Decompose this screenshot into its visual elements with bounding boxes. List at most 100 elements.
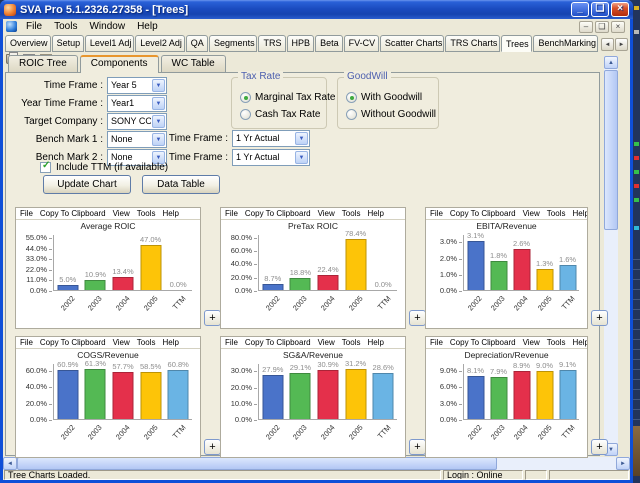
radio-cash-tax-rate[interactable]: Cash Tax Rate	[240, 109, 320, 120]
include-ttm-checkbox[interactable]: ✓ Include TTM (if available)	[40, 162, 168, 173]
dropdown-arrow-icon[interactable]: ▼	[295, 151, 308, 164]
chart-menu-file[interactable]: File	[20, 209, 33, 219]
close-button[interactable]: ×	[611, 2, 629, 17]
tab-segments[interactable]: Segments	[209, 35, 257, 52]
scroll-right-icon[interactable]: ►	[616, 457, 630, 470]
tab-benchmarking[interactable]: BenchMarking	[533, 35, 598, 52]
tab-setup[interactable]: Setup	[52, 35, 84, 52]
chart-menu-view[interactable]: View	[113, 338, 130, 348]
chart-menu-view[interactable]: View	[318, 209, 335, 219]
chart-menu-help[interactable]: Help	[162, 209, 178, 219]
chart-panel-ebita-revenue: FileCopy To ClipboardViewToolsHelpEBITA/…	[425, 207, 588, 329]
chart-menu-copy-to-clipboard[interactable]: Copy To Clipboard	[450, 209, 516, 219]
scroll-up-icon[interactable]: ▲	[604, 56, 618, 69]
horizontal-scroll-thumb[interactable]	[17, 457, 497, 470]
tab-qa[interactable]: QA	[186, 35, 208, 52]
menu-tools[interactable]: Tools	[48, 21, 83, 32]
chart-menu-file[interactable]: File	[430, 209, 443, 219]
expand-chart-button[interactable]: +	[204, 439, 221, 455]
expand-chart-button[interactable]: +	[591, 310, 608, 326]
chart-menu-view[interactable]: View	[523, 338, 540, 348]
minimize-button[interactable]: _	[571, 2, 589, 17]
x-axis-label: 2002	[463, 292, 486, 326]
chart-menu-help[interactable]: Help	[572, 209, 587, 219]
mdi-minimize-button[interactable]: –	[579, 21, 593, 33]
bar-2002	[262, 375, 283, 419]
chart-menu-view[interactable]: View	[318, 338, 335, 348]
chart-menu-view[interactable]: View	[523, 209, 540, 219]
chart-menu-help[interactable]: Help	[572, 338, 587, 348]
radio-marginal-tax-rate[interactable]: Marginal Tax Rate	[240, 92, 335, 103]
chart-menu-help[interactable]: Help	[367, 209, 383, 219]
chart-menu-tools[interactable]: Tools	[137, 209, 156, 219]
subtab-wc-table[interactable]: WC Table	[161, 55, 226, 72]
radio-with-goodwill[interactable]: With Goodwill	[346, 92, 422, 103]
dropdown-arrow-icon[interactable]: ▼	[152, 97, 165, 110]
chart-menu-file[interactable]: File	[225, 338, 238, 348]
tab-overview[interactable]: Overview	[5, 35, 51, 52]
tab-scroll-left-icon[interactable]: ◄	[601, 38, 614, 51]
tab-level1-adj[interactable]: Level1 Adj	[85, 35, 134, 52]
tab-trees[interactable]: Trees	[501, 35, 533, 52]
bm1-time-frame-select[interactable]: 1 Yr Actual▼	[232, 130, 310, 147]
scroll-left-icon[interactable]: ◄	[3, 457, 17, 470]
tab-trs[interactable]: TRS	[258, 35, 285, 52]
data-table-button[interactable]: Data Table	[142, 175, 220, 194]
expand-chart-button[interactable]: +	[409, 439, 426, 455]
chart-menu-tools[interactable]: Tools	[547, 338, 566, 348]
tab-level2-adj[interactable]: Level2 Adj	[135, 35, 184, 52]
tab-beta[interactable]: Beta	[315, 35, 343, 52]
chart-menu-copy-to-clipboard[interactable]: Copy To Clipboard	[245, 338, 311, 348]
radio-without-goodwill[interactable]: Without Goodwill	[346, 109, 436, 120]
chart-menu-copy-to-clipboard[interactable]: Copy To Clipboard	[245, 209, 311, 219]
chart-menu-copy-to-clipboard[interactable]: Copy To Clipboard	[450, 338, 516, 348]
tab-scatter-charts[interactable]: Scatter Charts	[380, 35, 445, 52]
bar-column: 0.0%	[369, 235, 397, 290]
expand-chart-button[interactable]: +	[409, 310, 426, 326]
time-frame-select[interactable]: Year 5▼	[107, 77, 167, 94]
horizontal-scrollbar[interactable]: ◄ ►	[3, 457, 630, 470]
y-axis-tick-mark	[254, 251, 257, 252]
dropdown-arrow-icon[interactable]: ▼	[152, 115, 165, 128]
tab-fv-cv[interactable]: FV-CV	[344, 35, 379, 52]
bm2-time-frame-select[interactable]: 1 Yr Actual▼	[232, 149, 310, 166]
chart-menu-file[interactable]: File	[225, 209, 238, 219]
chart-menu-view[interactable]: View	[113, 209, 130, 219]
chart-menu-copy-to-clipboard[interactable]: Copy To Clipboard	[40, 209, 106, 219]
x-axis-label: 2004	[509, 421, 532, 455]
chart-menu-tools[interactable]: Tools	[342, 338, 361, 348]
maximize-button[interactable]: ❑	[591, 2, 609, 17]
vertical-scroll-thumb[interactable]	[604, 70, 618, 230]
dropdown-arrow-icon[interactable]: ▼	[295, 132, 308, 145]
tab-hpb[interactable]: HPB	[287, 35, 315, 52]
chart-menu-tools[interactable]: Tools	[342, 209, 361, 219]
tab-trs-charts[interactable]: TRS Charts	[445, 35, 500, 52]
main-tab-bar: OverviewSetupLevel1 AdjLevel2 AdjQASegme…	[3, 34, 630, 52]
update-chart-button[interactable]: Update Chart	[43, 175, 131, 194]
menu-help[interactable]: Help	[131, 21, 164, 32]
chart-menu-tools[interactable]: Tools	[137, 338, 156, 348]
chart-menu-help[interactable]: Help	[367, 338, 383, 348]
title-bar[interactable]: SVA Pro 5.1.2326.27358 - [Trees] _ ❑ ×	[0, 0, 633, 19]
menu-window[interactable]: Window	[83, 21, 131, 32]
year-time-frame-select[interactable]: Year1▼	[107, 95, 167, 112]
mdi-close-button[interactable]: ×	[611, 21, 625, 33]
target-company-select[interactable]: SONY CORP▼	[107, 113, 167, 130]
menu-file[interactable]: File	[20, 21, 48, 32]
subtab-components[interactable]: Components	[80, 55, 159, 73]
chart-menu-tools[interactable]: Tools	[547, 209, 566, 219]
mdi-child-icon[interactable]	[6, 21, 17, 32]
tab-scroll-right-icon[interactable]: ►	[615, 38, 628, 51]
dropdown-arrow-icon[interactable]: ▼	[152, 79, 165, 92]
mdi-restore-button[interactable]: ❑	[595, 21, 609, 33]
chart-menu-copy-to-clipboard[interactable]: Copy To Clipboard	[40, 338, 106, 348]
y-axis-tick-mark	[49, 249, 52, 250]
chart-menu-help[interactable]: Help	[162, 338, 178, 348]
chart-menu-file[interactable]: File	[430, 338, 443, 348]
expand-chart-button[interactable]: +	[204, 310, 221, 326]
app-icon	[4, 4, 16, 16]
vertical-scrollbar[interactable]: ▲ ▼	[604, 56, 618, 456]
subtab-roic-tree[interactable]: ROIC Tree	[8, 55, 78, 72]
expand-chart-button[interactable]: +	[591, 439, 608, 455]
chart-menu-file[interactable]: File	[20, 338, 33, 348]
